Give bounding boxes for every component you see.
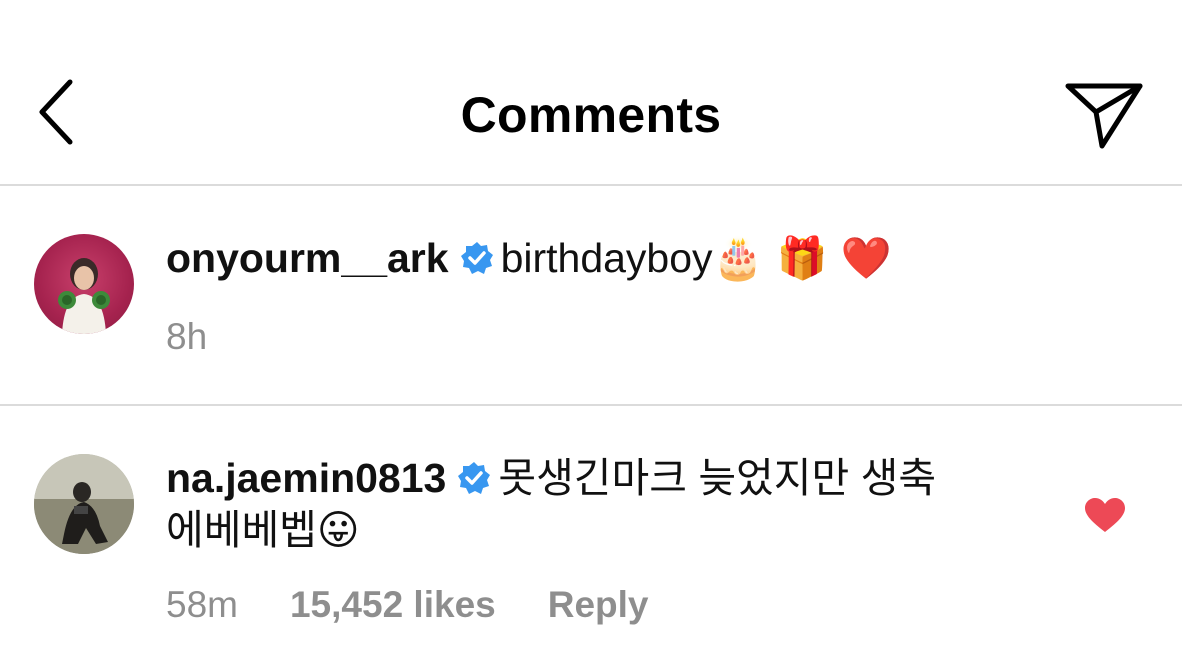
comment-timestamp: 58m [166, 584, 238, 625]
comment-emojis: 😛 [316, 506, 360, 554]
likes-count[interactable]: 15,452 likes [290, 584, 496, 625]
verified-badge-icon [458, 462, 491, 494]
avatar[interactable] [34, 454, 134, 554]
comment-meta: 8h [166, 316, 259, 358]
avatar[interactable] [34, 234, 134, 334]
comment-item: onyourm__ark birthdayboy🎂 🎁 ❤️ 8h [0, 186, 1182, 406]
comment-text: birthdayboy [500, 235, 713, 281]
comment-emojis: 🎂 🎁 ❤️ [712, 234, 892, 282]
comment-text-line-1: 못생긴마크 늦었지만 생축 [498, 455, 937, 501]
avatar-image [58, 258, 110, 334]
reply-button[interactable]: Reply [548, 584, 649, 625]
comment-meta: 58m 15,452 likes Reply [166, 584, 701, 626]
share-button[interactable] [1062, 78, 1148, 150]
header-bar: Comments [0, 0, 1182, 186]
like-button[interactable] [1084, 498, 1126, 534]
comment-text-line-2: 에베베벱 [166, 507, 317, 553]
comment-username[interactable]: na.jaemin0813 [166, 455, 446, 501]
avatar-image [34, 454, 134, 554]
paper-plane-icon [1065, 83, 1143, 149]
comment-username[interactable]: onyourm__ark [166, 235, 449, 281]
verified-badge-icon [460, 242, 493, 274]
comment-content: onyourm__ark birthdayboy🎂 🎁 ❤️ [166, 232, 1046, 284]
comment-content: na.jaemin0813 못생긴마크 늦었지만 생축 에베베벱😛 [166, 452, 1046, 556]
page-title: Comments [460, 87, 722, 143]
heart-filled-icon [1085, 498, 1125, 532]
comments-screen: Comments onyourm__ark birthdayboy🎂 🎁 ❤️ [0, 0, 1182, 672]
comment-item: na.jaemin0813 못생긴마크 늦었지만 생축 에베베벱😛 58m 15,4… [0, 406, 1182, 672]
comment-timestamp: 8h [166, 316, 208, 357]
